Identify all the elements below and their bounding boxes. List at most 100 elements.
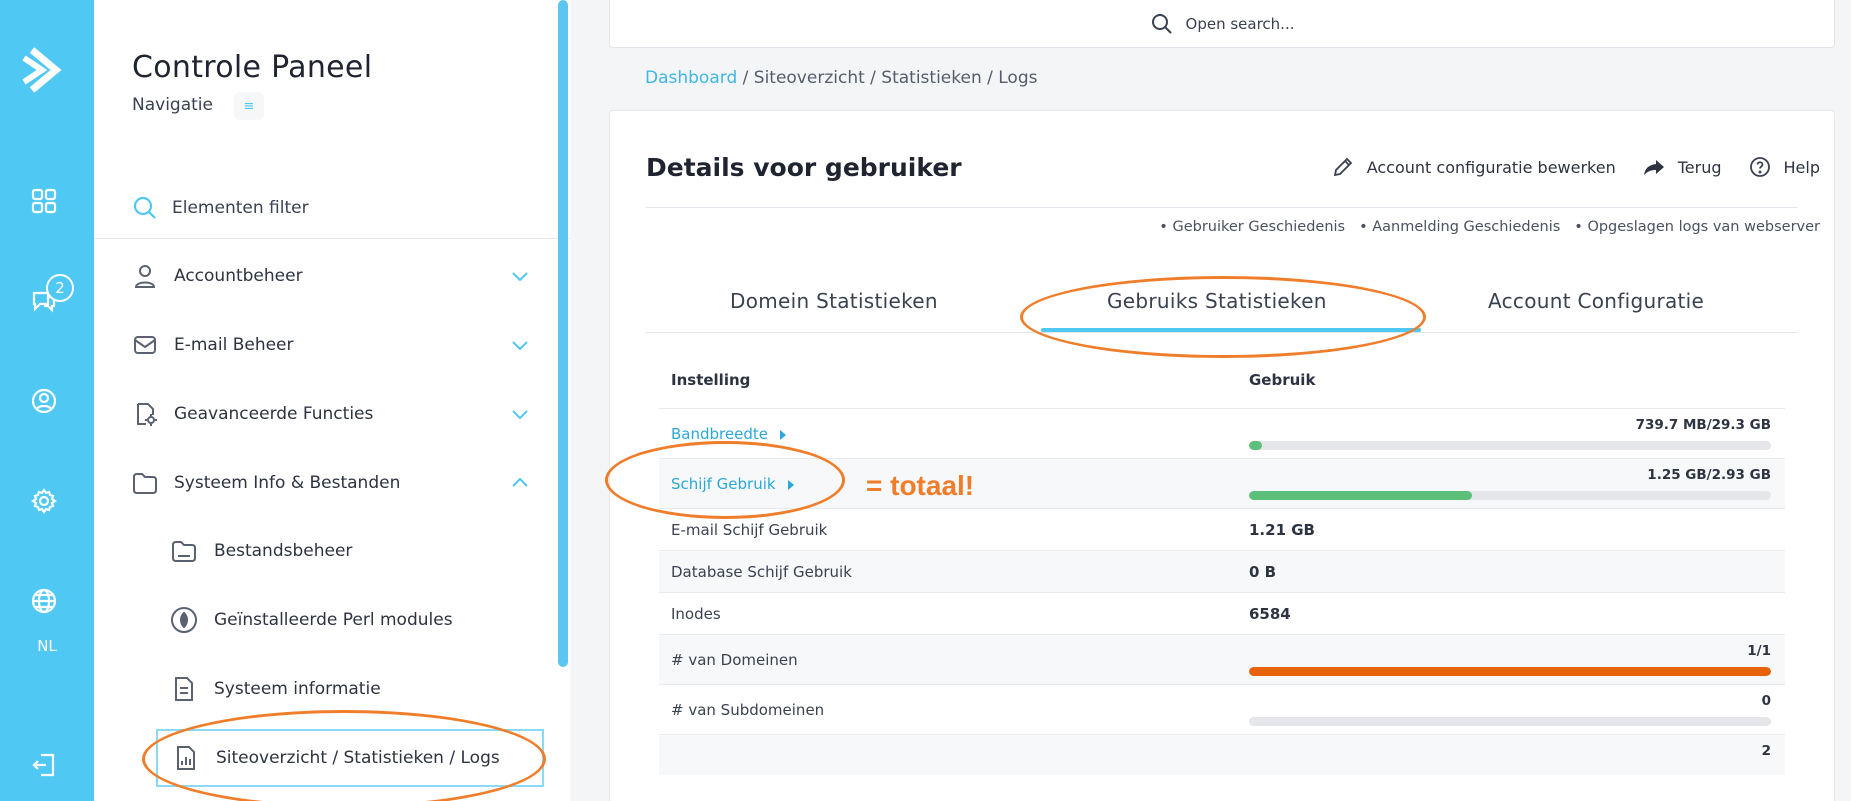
share-arrow-icon bbox=[1643, 160, 1664, 175]
heading-divider bbox=[646, 207, 1798, 208]
row-value: 6584 bbox=[1249, 605, 1291, 623]
sidebar-subitem-label: Systeem informatie bbox=[214, 679, 381, 699]
chat-badge: 2 bbox=[46, 274, 74, 302]
app-logo-icon[interactable] bbox=[22, 44, 68, 96]
sidebar: Controle Paneel Navigatie ≡ Accountbehee… bbox=[94, 0, 570, 801]
help-icon bbox=[1749, 157, 1770, 177]
logout-icon[interactable] bbox=[29, 750, 59, 780]
login-history-link[interactable]: • Aanmelding Geschiedenis bbox=[1359, 219, 1560, 235]
filter-input[interactable] bbox=[172, 198, 502, 218]
row-name: Inodes bbox=[671, 605, 721, 623]
sidebar-title: Controle Paneel bbox=[132, 50, 373, 85]
breadcrumb-dashboard-link[interactable]: Dashboard bbox=[645, 68, 737, 88]
tab-gebruiks-statistieken[interactable]: Gebruiks Statistieken bbox=[1107, 289, 1327, 313]
usage-bar-fill bbox=[1249, 441, 1263, 450]
sidebar-item-accountbeheer[interactable]: Accountbeheer bbox=[132, 256, 532, 296]
folder-icon bbox=[170, 537, 198, 565]
sidebar-subitem-perl-modules[interactable]: Geïnstalleerde Perl modules bbox=[170, 600, 550, 640]
breadcrumb-rest: / Siteoverzicht / Statistieken / Logs bbox=[742, 68, 1038, 88]
usage-bar-fill bbox=[1249, 491, 1472, 500]
sidebar-subitem-systeem-informatie[interactable]: Systeem informatie bbox=[170, 669, 550, 709]
sidebar-item-label: Geavanceerde Functies bbox=[174, 404, 374, 424]
tab-account-configuratie[interactable]: Account Configuratie bbox=[1488, 289, 1704, 313]
chevron-down-icon[interactable] bbox=[510, 404, 530, 424]
row-name: # van Subdomeinen bbox=[671, 701, 825, 719]
back-label: Terug bbox=[1677, 157, 1722, 177]
usage-bar-label: 2 bbox=[1761, 743, 1771, 759]
row-name: Database Schijf Gebruik bbox=[671, 563, 852, 581]
active-tab-indicator bbox=[1041, 328, 1421, 332]
caret-right-icon bbox=[787, 479, 794, 490]
global-search[interactable]: Open search... bbox=[609, 0, 1835, 48]
annotation-note: = totaal! bbox=[866, 470, 975, 501]
chevron-down-icon[interactable] bbox=[510, 266, 530, 286]
usage-bar-label: 739.7 MB/29.3 GB bbox=[1635, 417, 1771, 433]
history-links: • Gebruiker Geschiedenis • Aanmelding Ge… bbox=[1145, 219, 1820, 235]
row-name: Bandbreedte bbox=[671, 425, 768, 443]
page-title: Details voor gebruiker bbox=[646, 153, 962, 182]
sidebar-subitem-siteoverzicht[interactable]: Siteoverzicht / Statistieken / Logs bbox=[156, 729, 544, 787]
element-filter[interactable] bbox=[132, 194, 532, 222]
usage-bar-track bbox=[1249, 441, 1771, 450]
table-row: Database Schijf Gebruik 0 B bbox=[659, 551, 1785, 593]
schijf-gebruik-link[interactable]: Schijf Gebruik bbox=[671, 475, 794, 493]
breadcrumb: Dashboard / Siteoverzicht / Statistieken… bbox=[645, 68, 1037, 88]
user-history-link[interactable]: • Gebruiker Geschiedenis bbox=[1159, 219, 1345, 235]
search-icon bbox=[133, 196, 156, 219]
usage-bar-track bbox=[1249, 491, 1771, 500]
sidebar-subitem-label: Bestandsbeheer bbox=[214, 541, 353, 561]
language-label[interactable]: NL bbox=[0, 637, 94, 655]
table-row: # van Subdomeinen 0 bbox=[659, 685, 1785, 735]
edit-config-button[interactable]: Account configuratie bewerken bbox=[1331, 155, 1616, 179]
bandbreedte-link[interactable]: Bandbreedte bbox=[671, 425, 786, 443]
help-button[interactable]: Help bbox=[1748, 155, 1820, 179]
caret-right-icon bbox=[779, 429, 786, 440]
col-usage-header: Gebruik bbox=[1249, 371, 1316, 389]
chevron-down-icon[interactable] bbox=[510, 335, 530, 355]
usage-bar: 1/1 bbox=[1249, 643, 1771, 676]
sidebar-item-email-beheer[interactable]: E-mail Beheer bbox=[132, 325, 532, 365]
tab-domein-statistieken[interactable]: Domein Statistieken bbox=[730, 289, 938, 313]
row-name: # van Domeinen bbox=[671, 651, 798, 669]
card-actions: Account configuratie bewerken Terug Help bbox=[1305, 155, 1820, 179]
usage-bar-label: 0 bbox=[1761, 693, 1771, 709]
pencil-icon bbox=[1333, 157, 1352, 177]
row-name: E-mail Schijf Gebruik bbox=[671, 521, 828, 539]
search-label: Open search... bbox=[1185, 14, 1295, 33]
user-details-card: Details voor gebruiker Account configura… bbox=[609, 110, 1835, 801]
row-value: 1.21 GB bbox=[1249, 521, 1315, 539]
table-row: # van Domeinen 1/1 bbox=[659, 635, 1785, 685]
user-circle-icon[interactable] bbox=[29, 386, 59, 416]
usage-bar-label: 1/1 bbox=[1747, 643, 1771, 659]
sidebar-subtitle: Navigatie bbox=[132, 95, 213, 115]
webserver-logs-link[interactable]: • Opgeslagen logs van webserver bbox=[1574, 219, 1820, 235]
sidebar-item-label: Systeem Info & Bestanden bbox=[174, 473, 401, 493]
usage-bar-track bbox=[1249, 667, 1771, 676]
row-value: 0 B bbox=[1249, 563, 1277, 581]
sidebar-subitem-label: Geïnstalleerde Perl modules bbox=[214, 610, 453, 630]
gear-icon[interactable] bbox=[29, 486, 59, 516]
sidebar-scrollbar[interactable] bbox=[558, 0, 568, 667]
sidebar-item-geavanceerde-functies[interactable]: Geavanceerde Functies bbox=[132, 394, 532, 434]
back-button[interactable]: Terug bbox=[1642, 155, 1722, 179]
advanced-icon bbox=[132, 401, 158, 427]
sidebar-item-label: E-mail Beheer bbox=[174, 335, 294, 355]
dashboard-grid-icon[interactable] bbox=[29, 186, 59, 216]
table-row: Schijf Gebruik 1.25 GB/2.93 GB bbox=[659, 459, 1785, 509]
sidebar-subitem-label: Siteoverzicht / Statistieken / Logs bbox=[216, 748, 500, 768]
sidebar-subitem-bestandsbeheer[interactable]: Bestandsbeheer bbox=[170, 531, 550, 571]
col-setting-header: Instelling bbox=[671, 371, 751, 389]
help-label: Help bbox=[1783, 157, 1820, 177]
user-icon bbox=[132, 263, 158, 289]
globe-icon[interactable] bbox=[29, 586, 59, 616]
sidebar-divider bbox=[94, 238, 570, 239]
folder-icon bbox=[132, 470, 158, 496]
nav-sort-icon[interactable]: ≡ bbox=[234, 92, 264, 120]
usage-bar-track bbox=[1249, 717, 1771, 726]
usage-bar: 1.25 GB/2.93 GB bbox=[1249, 467, 1771, 500]
table-row: Inodes 6584 bbox=[659, 593, 1785, 635]
edit-config-label: Account configuratie bewerken bbox=[1366, 157, 1616, 177]
chevron-up-icon[interactable] bbox=[510, 473, 530, 493]
usage-bar-fill bbox=[1249, 667, 1771, 676]
sidebar-item-systeem-info[interactable]: Systeem Info & Bestanden bbox=[132, 463, 532, 503]
